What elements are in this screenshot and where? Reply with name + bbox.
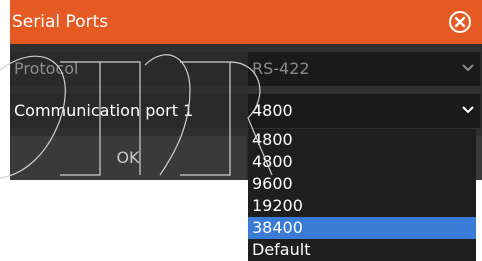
close-icon[interactable] [448, 10, 472, 34]
dropdown-option[interactable]: Default [248, 239, 476, 261]
title-bar: Serial Ports [10, 0, 482, 44]
protocol-value: RS-422 [252, 59, 310, 78]
dropdown-option[interactable]: 4800 [248, 129, 476, 151]
chevron-down-icon [462, 106, 474, 114]
communication-port-select[interactable]: 4800 [248, 94, 480, 128]
protocol-select: RS-422 [248, 52, 480, 86]
dialog-title: Serial Ports [12, 12, 109, 32]
chevron-down-icon [462, 64, 474, 72]
ok-button[interactable]: OK [10, 136, 246, 180]
protocol-label: Protocol [14, 59, 79, 78]
communication-port-value: 4800 [252, 101, 293, 120]
protocol-row: Protocol RS-422 [10, 52, 482, 86]
dropdown-option-selected[interactable]: 38400 [248, 217, 476, 239]
communication-port-row: Communication port 1 4800 [10, 94, 482, 128]
communication-port-label: Communication port 1 [14, 101, 194, 120]
baud-rate-dropdown[interactable]: 4800 4800 9600 19200 38400 Default [248, 129, 476, 261]
dropdown-option[interactable]: 19200 [248, 195, 476, 217]
dropdown-option[interactable]: 4800 [248, 151, 476, 173]
dropdown-option[interactable]: 9600 [248, 173, 476, 195]
